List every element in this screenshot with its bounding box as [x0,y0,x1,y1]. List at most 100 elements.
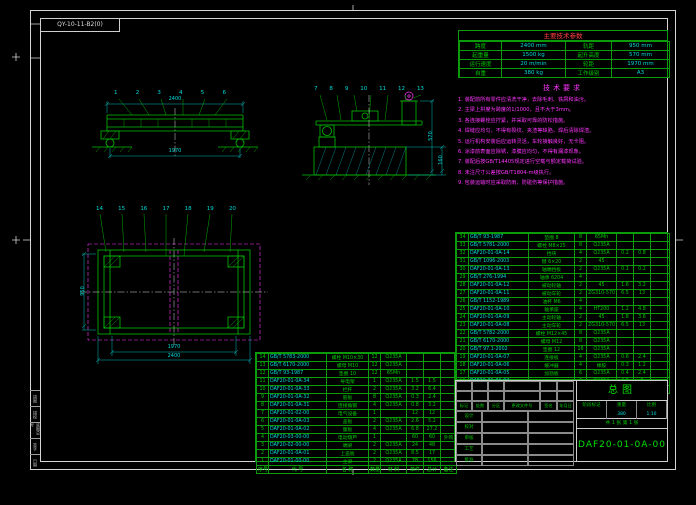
callout-number: 12 [398,86,406,92]
cell-total-weight: 13 [633,321,651,330]
note-line: 9. 包装运输时应采取防雨、防碰伤等保护措施。 [458,180,569,187]
bom-right-grid: 34 GB/T 93-1987 垫圈 8 8 65Mn 33 GB/T 5781… [456,233,670,394]
dim-section-height: 570 [428,131,434,141]
cell-total-weight: 48 [423,441,441,450]
cell-code: DAF20-01-0A-03 [268,417,327,426]
cell-name: 被动车轮 [528,289,575,298]
cell-qty: 4 [574,305,587,314]
cell-unit-weight: 0.3 [616,361,634,370]
cell-qty: 4 [574,353,587,362]
cell-unit-weight [616,329,634,338]
cell-name: 电动葫芦 [326,433,369,442]
cell-qty: 8 [574,337,587,346]
cell-remark [440,369,457,378]
cell-code: DAF20-01-0A-08 [468,321,529,330]
cell-qty: 8 [574,241,587,250]
table-row: 13 GB/T 6170-2000 螺母 M10 12 Q235A [256,361,457,370]
cell-name: 端梁 [326,441,369,450]
spec-value: A3 [611,68,670,78]
cell-material [586,297,617,306]
cell-no: 25 [456,305,469,314]
cell-unit-weight [616,297,634,306]
table-row: 12 GB/T 93-1987 垫圈 10 12 65Mn [256,369,457,378]
change-cell [472,391,488,401]
scale-value: 1:10 [637,410,667,419]
change-cell [557,381,574,391]
cell-material: Q235A [380,425,407,434]
signature-row: 校对 [456,422,576,433]
cell-qty: 4 [574,273,587,282]
zone-label-box: QY-10-11-B2(0) [40,18,120,32]
cell-code: GB/T 276-1994 [468,273,529,282]
cell-remark [650,321,670,330]
cell-code: GB/T 93-1987 [268,369,327,378]
table-row: 9 DAF20-01-0A-32 筋板 8 Q235A 0.3 2.4 [256,393,457,402]
cell-total-weight: 6.4 [423,385,441,394]
cell-qty: 8 [574,233,587,242]
table-row: 1 DAF20-01-00-00 主梁 2 Q235A 78 156 [256,457,457,466]
cell-name: 螺母 M12 [528,337,575,346]
cell-material: Q235A [586,249,617,258]
cell-qty: 1 [368,377,381,386]
callout-number: 18 [184,206,192,212]
table-row: 11 DAF20-01-0A-34 导电架 1 Q235A 1.5 1.5 [256,377,457,386]
cell-no: 14 [256,353,269,362]
table-row: 21 GB/T 6170-2000 螺母 M12 8 Q235A [456,337,670,346]
note-line: 8. 未注尺寸公差按GB/T1804-m级执行。 [458,169,555,176]
cell-name: 轴承座 [528,305,575,314]
callout-number: 5 [200,90,205,96]
cell-name: 上盖板 [326,449,369,458]
cell-remark [650,265,670,274]
spec-value: 1500 kg [501,50,566,60]
cell-code: GB/T 1096-2003 [468,257,529,266]
spec-key: 起升高度 [565,50,612,60]
cell-remark [650,273,670,282]
cell-code: GB/T 6170-2000 [268,361,327,370]
cell-no: 3 [256,441,269,450]
cell-no: 34 [456,233,469,242]
cell-qty: 2 [368,385,381,394]
cell-code: GB/T 1152-1989 [468,297,529,306]
cell-code: DAF20-01-0A-33 [268,385,327,394]
technical-notes: 技术要求 1. 装配前所有零件应清洗干净，去除毛刺、铁屑和油污。 2. 主梁上拱度… [458,83,668,189]
cell-material: Q235A [380,441,407,450]
cell-qty: 2 [368,457,381,466]
callout-number: 1 [114,90,118,96]
cell-material [586,273,617,282]
plan-centerlines [80,238,268,346]
cell-material: Q235A [380,385,407,394]
cell-qty: 2 [574,281,587,290]
cell-remark [440,353,457,362]
cell-total-weight: 27.2 [423,425,441,434]
bom-header-cell: 单件 [406,465,424,474]
cell-qty: 1 [368,409,381,418]
section-leaders [319,94,422,121]
drawing-number: DAF20-01-0A-00 [578,440,666,450]
title-block-left: 标记 处数 分区 更改文件号 签名 年月日 设计 校对 审核 工艺 批准 [456,381,576,466]
note-line: 7. 装配后按GB/T14405规定进行空载与额定载荷试验。 [458,159,587,166]
cell-name: 加劲板 [528,369,575,378]
dim-plan-span: 2400 [167,353,181,359]
cell-qty: 8 [574,329,587,338]
cell-no: 30 [456,265,469,274]
signature-label: 批准 [456,455,482,466]
bom-header-cell: 数量 [368,465,381,474]
cell-qty: 4 [368,425,381,434]
cell-unit-weight: 6.5 [616,289,634,298]
cell-unit-weight: 0.1 [616,265,634,274]
signature-date [528,422,574,433]
spec-key: 自重 [459,68,502,78]
change-header-cell: 处数 [472,401,488,411]
cell-remark [650,329,670,338]
cell-name: 轴承 6204 [528,273,575,282]
cell-unit-weight [616,345,634,354]
cell-code: DAF20-01-0A-06 [468,361,529,370]
table-row: 8 DAF20-01-0A-31 连接角钢 4 Q235A 0.8 3.2 [256,401,457,410]
cell-name: 垫圈 12 [528,345,575,354]
table-row: 25 DAF20-01-0A-10 轴承座 4 HT200 1.2 4.8 [456,305,670,314]
cell-total-weight: 0.8 [633,249,651,258]
cell-code: GB/T 5782-2000 [468,329,529,338]
change-header-cell: 签名 [540,401,557,411]
cell-no: 24 [456,313,469,322]
cell-material: 65Mn [380,369,407,378]
